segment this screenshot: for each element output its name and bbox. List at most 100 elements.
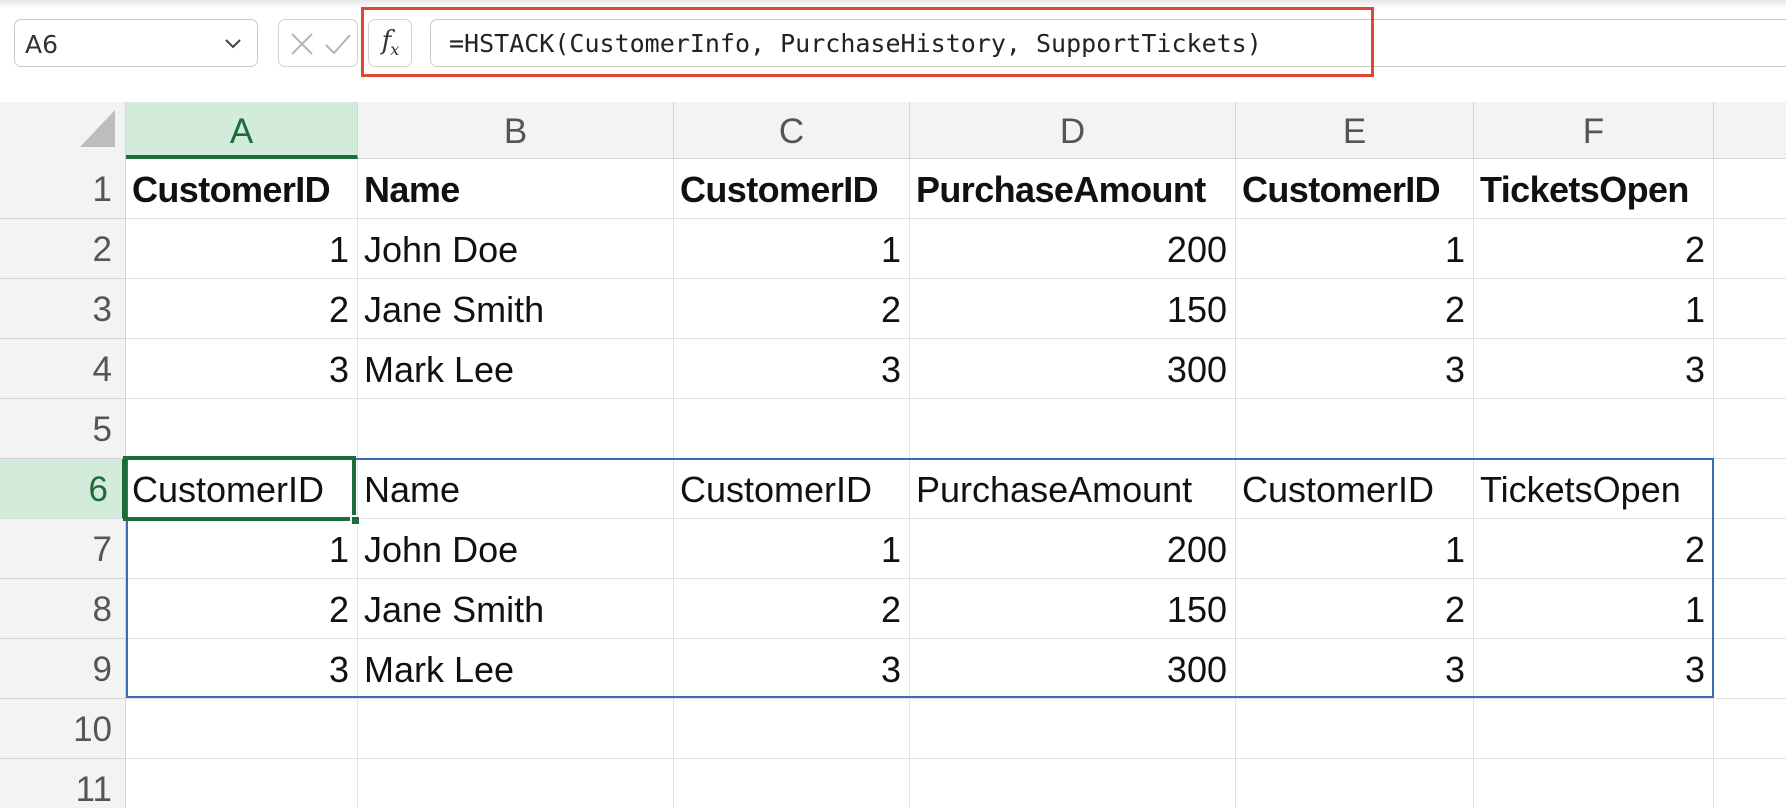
cell-e2[interactable]: 1	[1236, 219, 1474, 279]
cell-a11[interactable]	[126, 759, 358, 808]
cell-c7[interactable]: 1	[674, 519, 910, 579]
cell-b11[interactable]	[358, 759, 674, 808]
cell-e9[interactable]: 3	[1236, 639, 1474, 699]
cell-f11[interactable]	[1474, 759, 1714, 808]
cell-d2[interactable]: 200	[910, 219, 1236, 279]
cell-b2[interactable]: John Doe	[358, 219, 674, 279]
cell-c6[interactable]: CustomerID	[674, 459, 910, 519]
cell-a1[interactable]: CustomerID	[126, 159, 358, 219]
cell-f4[interactable]: 3	[1474, 339, 1714, 399]
cell-a6[interactable]: CustomerID	[126, 459, 358, 519]
column-header-c[interactable]: C	[674, 102, 910, 159]
cell-a7[interactable]: 1	[126, 519, 358, 579]
cell-d8[interactable]: 150	[910, 579, 1236, 639]
formula-edit-buttons	[278, 19, 358, 67]
confirm-check-icon[interactable]	[323, 31, 353, 57]
cell-a2[interactable]: 1	[126, 219, 358, 279]
cell-e8[interactable]: 2	[1236, 579, 1474, 639]
cell-b6[interactable]: Name	[358, 459, 674, 519]
cell-c8[interactable]: 2	[674, 579, 910, 639]
cell-b4[interactable]: Mark Lee	[358, 339, 674, 399]
column-header-e[interactable]: E	[1236, 102, 1474, 159]
cell-f3[interactable]: 1	[1474, 279, 1714, 339]
cell-e5[interactable]	[1236, 399, 1474, 459]
cell-a8[interactable]: 2	[126, 579, 358, 639]
column-header-b[interactable]: B	[358, 102, 674, 159]
cell-e6[interactable]: CustomerID	[1236, 459, 1474, 519]
cell-d6[interactable]: PurchaseAmount	[910, 459, 1236, 519]
row-header-7[interactable]: 7	[0, 519, 126, 579]
cell-c10[interactable]	[674, 699, 910, 759]
column-header-d[interactable]: D	[910, 102, 1236, 159]
cell-f7[interactable]: 2	[1474, 519, 1714, 579]
cell-d10[interactable]	[910, 699, 1236, 759]
cell-a3[interactable]: 2	[126, 279, 358, 339]
cell-e4[interactable]: 3	[1236, 339, 1474, 399]
fill-handle[interactable]	[350, 515, 361, 526]
cell-d11[interactable]	[910, 759, 1236, 808]
row-header-10[interactable]: 10	[0, 699, 126, 759]
row-header-11[interactable]: 11	[0, 759, 126, 808]
cell-a5[interactable]	[126, 399, 358, 459]
cell-f8[interactable]: 1	[1474, 579, 1714, 639]
cell-a9[interactable]: 3	[126, 639, 358, 699]
cell-g3[interactable]	[1714, 279, 1786, 339]
cell-g6[interactable]	[1714, 459, 1786, 519]
cell-c3[interactable]: 2	[674, 279, 910, 339]
cell-f1[interactable]: TicketsOpen	[1474, 159, 1714, 219]
cell-d4[interactable]: 300	[910, 339, 1236, 399]
cell-d9[interactable]: 300	[910, 639, 1236, 699]
cancel-x-icon[interactable]	[289, 31, 315, 57]
row-header-5[interactable]: 5	[0, 399, 126, 459]
row-header-3[interactable]: 3	[0, 279, 126, 339]
row-header-6[interactable]: 6	[0, 459, 126, 519]
cell-g2[interactable]	[1714, 219, 1786, 279]
column-header-f[interactable]: F	[1474, 102, 1714, 159]
cell-d7[interactable]: 200	[910, 519, 1236, 579]
cell-f2[interactable]: 2	[1474, 219, 1714, 279]
cell-f5[interactable]	[1474, 399, 1714, 459]
row-header-9[interactable]: 9	[0, 639, 126, 699]
cell-g10[interactable]	[1714, 699, 1786, 759]
cell-b1[interactable]: Name	[358, 159, 674, 219]
name-box[interactable]: A6	[14, 19, 258, 67]
cell-g8[interactable]	[1714, 579, 1786, 639]
cell-f9[interactable]: 3	[1474, 639, 1714, 699]
chevron-down-icon[interactable]	[221, 31, 245, 55]
row-header-2[interactable]: 2	[0, 219, 126, 279]
cell-a10[interactable]	[126, 699, 358, 759]
cell-c2[interactable]: 1	[674, 219, 910, 279]
cell-g9[interactable]	[1714, 639, 1786, 699]
cell-c5[interactable]	[674, 399, 910, 459]
cell-c1[interactable]: CustomerID	[674, 159, 910, 219]
cell-d5[interactable]	[910, 399, 1236, 459]
cell-b9[interactable]: Mark Lee	[358, 639, 674, 699]
cell-g11[interactable]	[1714, 759, 1786, 808]
cell-f6[interactable]: TicketsOpen	[1474, 459, 1714, 519]
row-header-8[interactable]: 8	[0, 579, 126, 639]
cell-e11[interactable]	[1236, 759, 1474, 808]
cell-g5[interactable]	[1714, 399, 1786, 459]
cell-c4[interactable]: 3	[674, 339, 910, 399]
cell-e10[interactable]	[1236, 699, 1474, 759]
cell-b10[interactable]	[358, 699, 674, 759]
cell-d3[interactable]: 150	[910, 279, 1236, 339]
cell-e7[interactable]: 1	[1236, 519, 1474, 579]
cell-a4[interactable]: 3	[126, 339, 358, 399]
cell-c9[interactable]: 3	[674, 639, 910, 699]
cell-b5[interactable]	[358, 399, 674, 459]
cell-g4[interactable]	[1714, 339, 1786, 399]
cell-f10[interactable]	[1474, 699, 1714, 759]
column-header-a[interactable]: A	[126, 102, 358, 159]
cell-c11[interactable]	[674, 759, 910, 808]
cell-g7[interactable]	[1714, 519, 1786, 579]
cell-g1[interactable]	[1714, 159, 1786, 219]
cell-e1[interactable]: CustomerID	[1236, 159, 1474, 219]
row-header-4[interactable]: 4	[0, 339, 126, 399]
cell-b8[interactable]: Jane Smith	[358, 579, 674, 639]
row-header-1[interactable]: 1	[0, 159, 126, 219]
cell-b7[interactable]: John Doe	[358, 519, 674, 579]
cell-d1[interactable]: PurchaseAmount	[910, 159, 1236, 219]
cell-e3[interactable]: 2	[1236, 279, 1474, 339]
cell-b3[interactable]: Jane Smith	[358, 279, 674, 339]
